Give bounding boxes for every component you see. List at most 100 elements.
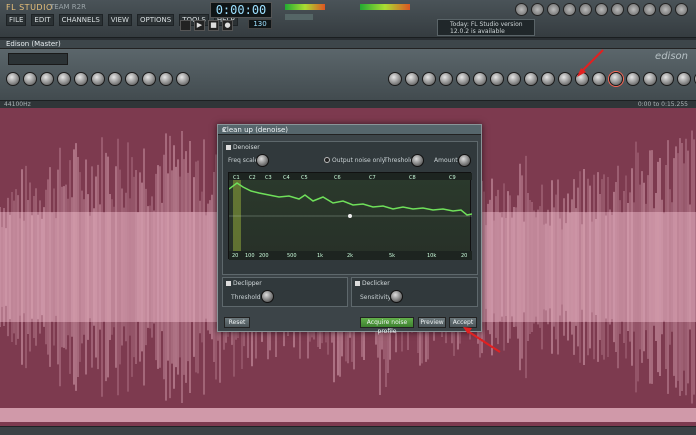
menu-file[interactable]: FILE [6, 14, 27, 26]
open-file-icon[interactable] [6, 72, 20, 86]
bottom-label-10k: 10k [427, 253, 436, 259]
scrollbar[interactable] [0, 426, 696, 435]
plugin-picker-icon[interactable] [595, 3, 608, 16]
dc-offset-icon[interactable] [575, 72, 589, 86]
denoise-tool-icon[interactable] [609, 72, 623, 86]
stop-icon[interactable]: ■ [208, 20, 219, 31]
play-icon[interactable]: ▶ [194, 20, 205, 31]
fl-brand-label: FL STUDIO [6, 3, 53, 12]
accept-button[interactable]: Accept [449, 317, 477, 328]
reset-button[interactable]: Reset [224, 317, 250, 328]
top-label-c9: C9 [449, 175, 456, 181]
trim-icon[interactable] [108, 72, 122, 86]
cpu-icon[interactable] [611, 3, 624, 16]
dialog-titlebar[interactable]: Clean up (denoise) x [218, 125, 481, 135]
preview-button[interactable]: Preview [418, 317, 446, 328]
region-icon[interactable] [176, 72, 190, 86]
waveform-overview-strip [0, 408, 696, 422]
bottom-label-20: 20 [232, 253, 238, 259]
news-line-2: 12.0.2 is available [450, 28, 505, 35]
master-level-meter [360, 4, 410, 10]
sensitivity-knob[interactable] [390, 290, 403, 303]
blend-icon[interactable] [677, 72, 691, 86]
settings-icon[interactable] [659, 3, 672, 16]
playlist-icon[interactable] [515, 3, 528, 16]
top-label-c2: C2 [249, 175, 256, 181]
help-icon[interactable] [675, 3, 688, 16]
acquire-noise-profile-button[interactable]: Acquire noise profile [360, 317, 414, 335]
eq-icon[interactable] [507, 72, 521, 86]
output-noise-only-radio[interactable] [324, 157, 330, 163]
edison-toolbar: edison [0, 49, 696, 101]
piano-roll-icon[interactable] [531, 3, 544, 16]
plugin-titlebar[interactable]: Edison (Master) [0, 40, 696, 49]
menu-edit[interactable]: EDIT [31, 14, 54, 26]
pat-song-toggle[interactable] [180, 20, 191, 31]
loop-controls[interactable] [8, 53, 68, 65]
menu-channels[interactable]: CHANNELS [58, 14, 103, 26]
reverse-icon[interactable] [456, 72, 470, 86]
copy-icon[interactable] [57, 72, 71, 86]
fade-in-icon[interactable] [422, 72, 436, 86]
declipper-threshold-knob[interactable] [261, 290, 274, 303]
sensitivity-label: Sensitivity [360, 294, 392, 301]
reverb-icon[interactable] [524, 72, 538, 86]
fl-user-label: TEAM R2R [50, 3, 86, 11]
threshold-knob[interactable] [411, 154, 424, 167]
save-icon[interactable] [23, 72, 37, 86]
freq-scale-knob[interactable] [256, 154, 269, 167]
invert-icon[interactable] [473, 72, 487, 86]
graph-bottom-labels: 20 100 200 500 1k 2k 5k 10k 20 [232, 253, 467, 259]
cut-icon[interactable] [40, 72, 54, 86]
selection-range: 0:00 to 0:15.255 [637, 101, 688, 108]
record-options[interactable] [74, 51, 120, 67]
close-icon[interactable]: x [222, 126, 478, 134]
declipper-enable-checkbox[interactable] [226, 281, 231, 286]
tempo-display[interactable]: 130 [248, 19, 272, 29]
declicker-enable-checkbox[interactable] [355, 281, 360, 286]
zoom-icon[interactable] [142, 72, 156, 86]
effect-icon[interactable] [592, 72, 606, 86]
edit-tools-left [6, 72, 190, 86]
cpu-meter [285, 4, 325, 10]
time-stretch-icon[interactable] [490, 72, 504, 86]
normalize-icon[interactable] [405, 72, 419, 86]
tools-icon[interactable] [627, 3, 640, 16]
edison-logo: edison [655, 51, 688, 62]
declicker-section: Declicker Sensitivity [351, 277, 478, 307]
loop-tuner-icon[interactable] [660, 72, 674, 86]
top-label-c5: C5 [301, 175, 308, 181]
noise-profile-graph[interactable]: C1 C2 C3 C4 C5 C6 C7 C8 C9 20 100 200 50… [228, 172, 473, 260]
marker-icon[interactable] [159, 72, 173, 86]
menu-options[interactable]: OPTIONS [136, 14, 175, 26]
time-display[interactable]: 0:00:00 [210, 2, 272, 18]
channel-rack-icon[interactable] [547, 3, 560, 16]
paste-icon[interactable] [74, 72, 88, 86]
record-icon[interactable]: ● [222, 20, 233, 31]
transport-controls: ▶ ■ ● [180, 20, 233, 31]
fade-out-icon[interactable] [439, 72, 453, 86]
news-panel[interactable]: Today: FL Studio version 12.0.2 is avail… [437, 19, 535, 36]
denoiser-label[interactable]: Denoiser [226, 144, 260, 151]
status-bar: 44100Hz 0:00 to 0:15.255 [0, 101, 696, 108]
top-label-c3: C3 [265, 175, 272, 181]
bottom-label-100: 100 [245, 253, 255, 259]
browser-icon[interactable] [579, 3, 592, 16]
amount-knob[interactable] [458, 154, 471, 167]
delete-icon[interactable] [91, 72, 105, 86]
convolve-icon[interactable] [643, 72, 657, 86]
amp-icon[interactable] [388, 72, 402, 86]
close-tools-icon[interactable] [643, 3, 656, 16]
bottom-label-1k: 1k [317, 253, 323, 259]
declicker-label[interactable]: Declicker [355, 280, 390, 287]
menu-view[interactable]: VIEW [107, 14, 132, 26]
spectral-icon[interactable] [558, 72, 572, 86]
top-label-c4: C4 [283, 175, 290, 181]
declick-icon[interactable] [626, 72, 640, 86]
plugin-title: Edison (Master) [6, 40, 61, 48]
denoiser-enable-checkbox[interactable] [226, 145, 231, 150]
mixer-icon[interactable] [563, 3, 576, 16]
declipper-label[interactable]: Declipper [226, 280, 262, 287]
select-icon[interactable] [125, 72, 139, 86]
blur-icon[interactable] [541, 72, 555, 86]
